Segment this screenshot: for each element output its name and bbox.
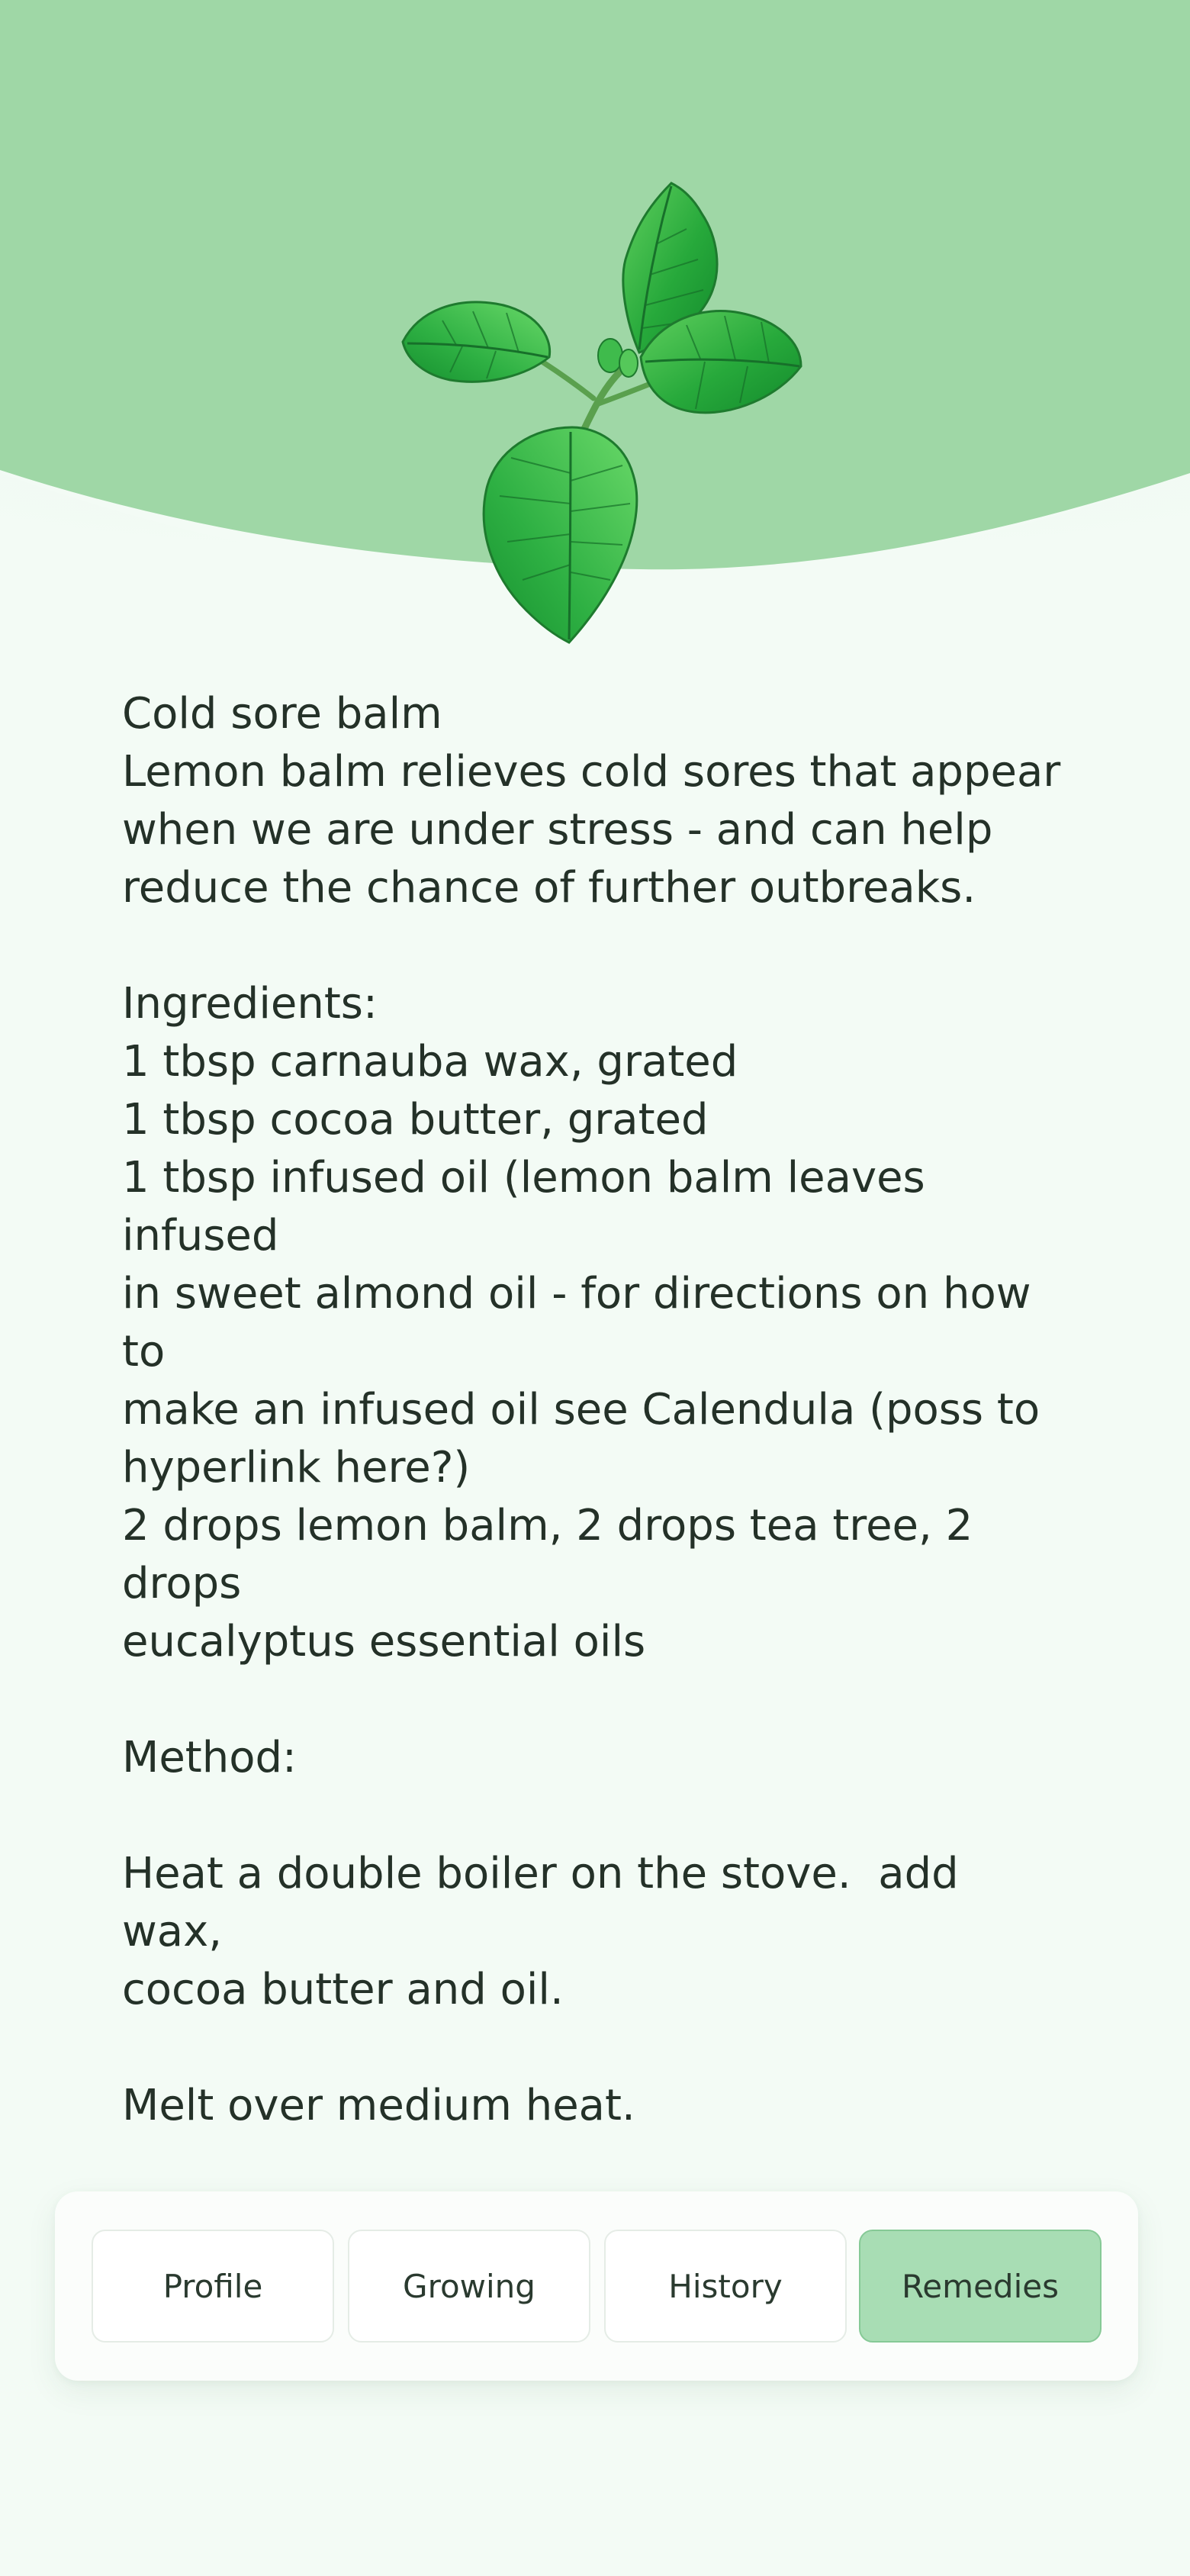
- ingredient-line: 1 tbsp carnauba wax, grated: [122, 1037, 738, 1087]
- method-heading: Method:: [122, 1733, 297, 1782]
- method-step: Melt over medium heat.: [122, 2081, 635, 2130]
- ingredient-line: eucalyptus essential oils: [122, 1617, 646, 1666]
- ingredient-line: 2 drops lemon balm, 2 drops tea tree, 2 …: [122, 1501, 987, 1608]
- intro-line: Lemon balm relieves cold sores that appe…: [122, 747, 1061, 797]
- remedy-content: Cold sore balm Lemon balm relieves cold …: [122, 685, 1068, 2135]
- method-line: Heat a double boiler on the stove. add w…: [122, 1849, 973, 1956]
- remedy-title: Cold sore balm: [122, 689, 442, 739]
- tab-label: Remedies: [902, 2267, 1059, 2305]
- tab-remedies[interactable]: Remedies: [859, 2230, 1102, 2343]
- tab-growing[interactable]: Growing: [348, 2230, 590, 2343]
- ingredient-line: 1 tbsp cocoa butter, grated: [122, 1095, 709, 1145]
- method-line: cocoa butter and oil.: [122, 1965, 564, 2014]
- tab-label: History: [668, 2267, 783, 2305]
- lemon-balm-leaves-illustration: [401, 182, 802, 644]
- ingredient-line: 1 tbsp infused oil (lemon balm leaves in…: [122, 1153, 939, 1261]
- remedy-page: Cold sore balm Lemon balm relieves cold …: [0, 0, 1190, 2576]
- tab-profile[interactable]: Profile: [92, 2230, 334, 2343]
- tab-label: Growing: [403, 2267, 536, 2305]
- intro-line: when we are under stress - and can help: [122, 805, 993, 855]
- ingredient-line: hyperlink here?): [122, 1443, 471, 1492]
- ingredients-heading: Ingredients:: [122, 979, 378, 1029]
- ingredient-line: make an infused oil see Calendula (poss …: [122, 1385, 1040, 1435]
- tab-history[interactable]: History: [604, 2230, 847, 2343]
- tab-label: Profile: [162, 2267, 263, 2305]
- intro-line: reduce the chance of further outbreaks.: [122, 863, 976, 913]
- ingredient-line: in sweet almond oil - for directions on …: [122, 1269, 1045, 1377]
- bottom-tab-bar: Profile Growing History Remedies: [55, 2191, 1138, 2381]
